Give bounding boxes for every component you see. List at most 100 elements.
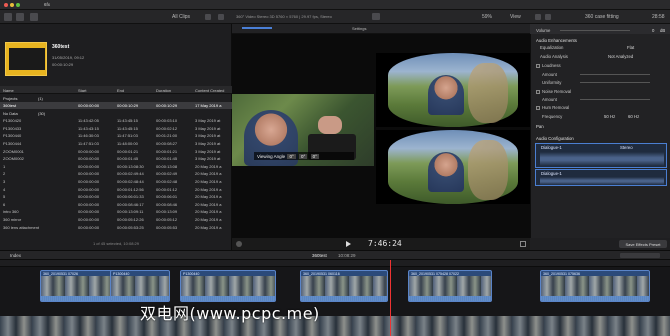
index-button[interactable]: Index	[10, 253, 21, 258]
loudness-amount-slider[interactable]	[580, 74, 650, 76]
timeline-clip[interactable]: P1300440	[110, 270, 170, 302]
volume-value[interactable]: 0	[652, 28, 654, 33]
filmstrip-view-icon[interactable]	[205, 14, 211, 20]
audio-config-channel-2[interactable]: Dialogue-1	[535, 169, 667, 186]
clip-filter-dropdown[interactable]: All Clips	[172, 14, 190, 20]
table-row[interactable]: 5 00:00:00:00 00:00:06:01:33 00:00:06:01 20 …	[0, 193, 232, 201]
analysis-status: Not Analyzed	[608, 54, 634, 59]
person-image	[428, 75, 464, 115]
effects-menu-icon[interactable]	[236, 241, 242, 247]
angle-y-field[interactable]: 0°	[299, 153, 308, 159]
libraries-icon[interactable]	[4, 13, 12, 21]
hand-image	[318, 116, 342, 134]
cell-created: 3 May 2019 at	[195, 148, 221, 154]
column-name[interactable]: Name	[3, 88, 14, 93]
save-effects-preset-button[interactable]: Save Effects Preset	[619, 240, 667, 248]
volume-slider[interactable]	[560, 30, 630, 32]
cell-duration: 00:00:01:21	[156, 148, 178, 154]
equirect-preview-top[interactable]	[376, 53, 530, 127]
table-row[interactable]: intro 360 00:00:00:00 00:00:13:09:11 00:00:…	[0, 208, 232, 216]
frequency-50hz-option[interactable]: 50 Hz	[604, 114, 615, 119]
cell-duration: 00:00:13:09	[156, 209, 178, 215]
settings-menu[interactable]: Settings	[352, 26, 366, 31]
table-row[interactable]: 1 00:00:00:00 00:00:13:08:30 00:00:13:08 20 …	[0, 162, 232, 170]
noise-amount-slider[interactable]	[580, 99, 650, 101]
table-row[interactable]: 6 00:00:00:00 00:00:08:46:17 00:00:08:46 20 …	[0, 200, 232, 208]
cell-duration: 00:00:02:48	[156, 179, 178, 185]
table-row[interactable]: 360test 00:00:00:00 00:00:10:29 00:00:10:29…	[0, 101, 232, 110]
table-row[interactable]: 360 mirror 00:00:00:00 00:00:05:12:26 00:00…	[0, 216, 232, 224]
clip-thumbnail[interactable]	[5, 42, 47, 76]
zoom-level[interactable]: 59%	[482, 14, 492, 20]
angle-z-field[interactable]: 0°	[310, 153, 319, 159]
table-row[interactable]: P1300444 11:47:51:03 11:48:00:00 00:00:08:2…	[0, 140, 232, 148]
viewing-angle-hud[interactable]: Viewing Angle 0° 0° 0°	[254, 152, 354, 160]
timeline-ruler[interactable]	[0, 260, 670, 267]
cell-created: 20 May 2019 a	[195, 186, 222, 192]
cell-end: 11:43:45:15	[117, 118, 138, 124]
search-icon[interactable]	[218, 14, 224, 20]
channel-2-label[interactable]: Dialogue-1	[541, 171, 562, 176]
fullscreen-icon[interactable]	[520, 241, 526, 247]
titles-icon[interactable]	[30, 13, 38, 21]
cell-name: 2	[3, 171, 6, 177]
window-menu[interactable]: 6fx	[44, 2, 50, 7]
vr-headset-icon[interactable]	[372, 13, 380, 20]
timeline-clip[interactable]: 360_20190531 060116	[300, 270, 388, 302]
table-row[interactable]: P1300440 11:46:30:03 11:47:51:03 00:01:21:0…	[0, 132, 232, 140]
playhead[interactable]	[390, 260, 391, 336]
list-group-header[interactable]: Projects (1)	[0, 94, 232, 102]
cell-created: 3 May 2019 at	[195, 118, 221, 124]
equalization-dropdown[interactable]: Flat	[627, 45, 634, 50]
loudness-checkbox[interactable]	[536, 64, 540, 68]
angle-x-field[interactable]: 0°	[287, 153, 296, 159]
column-end[interactable]: End	[117, 88, 124, 93]
table-row[interactable]: 4 00:00:00:00 00:00:01:12:56 00:00:01:12 20 …	[0, 185, 232, 193]
cell-created: 20 May 2019 a	[195, 163, 222, 169]
table-row[interactable]: 2 00:00:00:00 00:00:02:49:44 00:00:02:49 20 …	[0, 170, 232, 178]
close-window-button[interactable]	[4, 3, 8, 7]
cell-start: 11:46:30:03	[78, 133, 99, 139]
table-row[interactable]: 360 lens attachment 00:00:00:00 00:00:05:5…	[0, 223, 232, 231]
column-start[interactable]: Start	[78, 88, 86, 93]
table-row[interactable]: ZOOM0001 00:00:00:00 00:00:01:21 00:00:01:2…	[0, 147, 232, 155]
photos-icon[interactable]	[16, 13, 24, 21]
audio-inspector-icon[interactable]	[535, 14, 541, 20]
audio-config-channel-1[interactable]: Dialogue-1 Stereo	[535, 143, 667, 168]
watermark-text: 双电网(www.pcpc.me)	[140, 304, 320, 323]
cell-start: 00:00:00:00	[78, 148, 100, 154]
viewer-scrubber[interactable]	[242, 27, 272, 29]
timeline-clip[interactable]: 360_20190531 075636	[540, 270, 650, 302]
channel-1-mode[interactable]: Stereo	[620, 145, 633, 150]
frequency-label: Frequency	[542, 114, 563, 119]
timeline-clip[interactable]: 360_20190531 075428 07022	[408, 270, 492, 302]
zoom-window-button[interactable]	[16, 3, 20, 7]
uniformity-slider[interactable]	[580, 82, 650, 84]
cell-duration: 00:00:01:45	[156, 156, 178, 162]
secondary-storyline-filmstrip[interactable]	[0, 316, 670, 336]
table-row[interactable]: P1300433 11:43:43:15 11:43:45:15 00:00:02:1…	[0, 124, 232, 132]
clip-filmstrip	[111, 276, 169, 296]
column-duration[interactable]: Duration	[156, 88, 171, 93]
frequency-60hz-option[interactable]: 60 Hz	[628, 114, 639, 119]
equirect-preview-bottom[interactable]	[376, 130, 530, 204]
list-group-header[interactable]: No Data (30)	[0, 109, 232, 117]
play-icon[interactable]	[346, 241, 351, 247]
table-row[interactable]: P1300420 11:43:42:05 11:43:45:15 00:00:03:1…	[0, 117, 232, 125]
channel-1-label[interactable]: Dialogue-1	[541, 145, 562, 150]
info-inspector-icon[interactable]	[545, 14, 551, 20]
clip-thumbnail-image	[9, 48, 45, 70]
timeline-zoom-control[interactable]	[620, 253, 660, 258]
table-row[interactable]: 3 00:00:00:00 00:00:02:48:44 00:00:02:48 20 …	[0, 178, 232, 186]
minimize-window-button[interactable]	[10, 3, 14, 7]
noise-removal-checkbox[interactable]	[536, 90, 540, 94]
audio-enhancements-heading: Audio Enhancements	[536, 38, 577, 43]
audio-configuration-heading: Audio Configuration	[536, 136, 574, 141]
table-row[interactable]: ZOOM0002 00:00:00:00 00:00:01:45 00:00:01:4…	[0, 155, 232, 163]
timecode-display[interactable]: 7:46:24	[368, 239, 402, 248]
column-content-created[interactable]: Content Created	[195, 88, 224, 93]
hum-removal-checkbox[interactable]	[536, 106, 540, 110]
timeline-clip[interactable]: P1300440	[180, 270, 276, 302]
inspector-title: 360 case fitting	[585, 14, 619, 20]
view-menu[interactable]: View	[510, 14, 521, 20]
